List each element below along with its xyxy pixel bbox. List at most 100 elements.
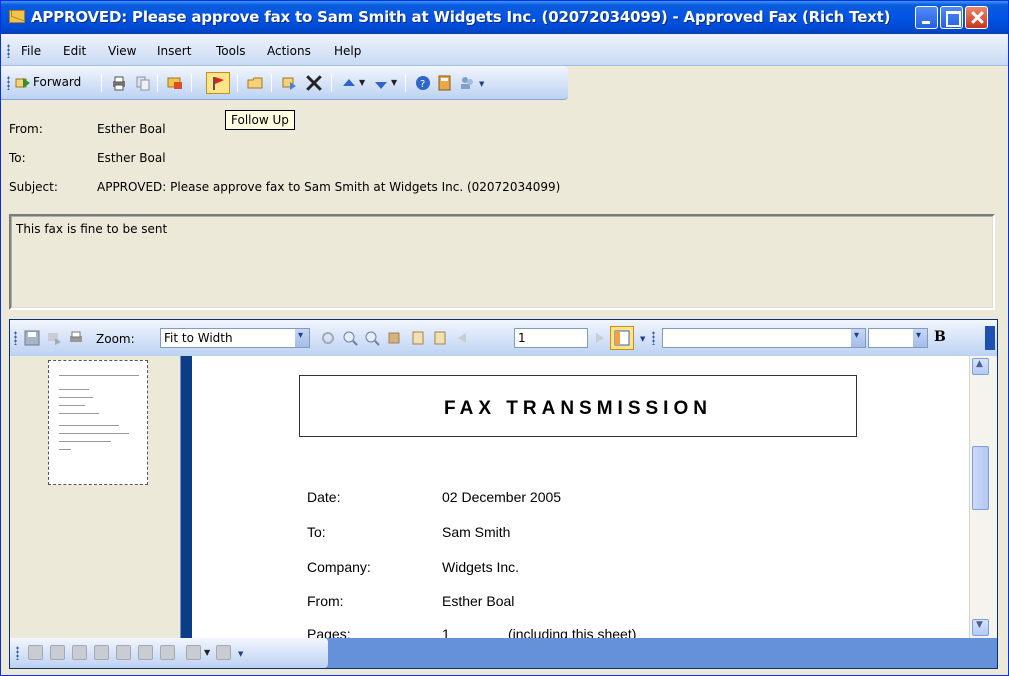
close-button[interactable] xyxy=(965,6,988,29)
previous-item-icon[interactable] xyxy=(341,76,357,92)
minimize-button[interactable] xyxy=(915,6,938,29)
help-icon[interactable]: ? xyxy=(415,75,431,91)
font-name-select[interactable] xyxy=(662,328,866,348)
to-label: To: xyxy=(9,151,26,165)
thumbnail-line xyxy=(59,405,85,406)
menu-tools[interactable]: Tools xyxy=(216,44,246,58)
chevron-down-icon: ▼ xyxy=(976,620,983,630)
toolbar-separator xyxy=(237,74,238,92)
send-icon[interactable] xyxy=(46,330,62,346)
subject-label: Subject: xyxy=(9,180,58,194)
stamp-tool-icon[interactable] xyxy=(50,645,65,660)
message-body[interactable]: This fax is fine to be sent xyxy=(9,214,995,310)
select-tool-icon[interactable] xyxy=(28,645,43,660)
back-arrow-icon[interactable] xyxy=(454,330,470,346)
thumbnail-pane xyxy=(10,356,180,638)
envelope-icon xyxy=(9,10,25,23)
move-to-folder-icon[interactable] xyxy=(247,75,263,91)
toolbar-overflow-icon[interactable] xyxy=(985,326,995,350)
zoom-label: Zoom: xyxy=(96,332,135,346)
print-page-icon[interactable] xyxy=(68,330,84,346)
organize-icon[interactable] xyxy=(281,75,297,91)
chevron-down-icon[interactable] xyxy=(851,329,865,347)
text-tool-icon[interactable] xyxy=(160,645,175,660)
pen-tool-icon[interactable] xyxy=(72,645,87,660)
forward-button[interactable]: Forward xyxy=(13,73,97,93)
menu-actions[interactable]: Actions xyxy=(267,44,311,58)
viewer-grip-icon[interactable] xyxy=(14,331,17,345)
highlighter-tool-icon[interactable] xyxy=(94,645,109,660)
chevron-down-icon[interactable] xyxy=(913,329,927,347)
menu-insert[interactable]: Insert xyxy=(157,44,191,58)
scroll-thumb[interactable] xyxy=(972,446,989,510)
menu-view[interactable]: View xyxy=(108,44,136,58)
scroll-up-button[interactable]: ▲ xyxy=(972,358,989,375)
annotation-options-icon[interactable]: ▼ xyxy=(238,646,245,660)
save-icon[interactable] xyxy=(24,330,40,346)
viewer-toolbar: Zoom: Fit to Width ▾ 1 ▼ ▾ ▾ B xyxy=(10,320,997,356)
subject-value: APPROVED: Please approve fax to Sam Smit… xyxy=(97,180,561,194)
format-grip-icon[interactable] xyxy=(652,331,655,345)
menu-edit[interactable]: Edit xyxy=(63,44,86,58)
page-thumbnail[interactable] xyxy=(48,360,148,485)
scroll-down-button[interactable]: ▼ xyxy=(972,619,989,636)
menu-file[interactable]: File xyxy=(21,44,41,58)
pane-splitter[interactable] xyxy=(180,356,192,638)
thumbnail-line xyxy=(59,389,89,390)
vertical-scrollbar[interactable]: ▲ ▼ xyxy=(969,356,997,638)
previous-dropdown-icon[interactable]: ▼ xyxy=(359,78,365,87)
font-size-select[interactable] xyxy=(868,328,928,348)
toolbar-separator xyxy=(101,74,102,92)
rectangle-tool-icon[interactable] xyxy=(138,645,153,660)
thumbnail-toggle-button[interactable] xyxy=(610,326,634,350)
zoom-in-icon[interactable] xyxy=(342,330,358,346)
to-value[interactable]: Esther Boal xyxy=(97,151,166,165)
forward-label: Forward xyxy=(33,75,82,89)
pan-icon[interactable] xyxy=(386,330,402,346)
toolbar-options-icon[interactable]: ▼ xyxy=(479,76,486,90)
toolbar-separator xyxy=(405,74,406,92)
color-tool-icon[interactable] xyxy=(186,645,201,660)
forward-arrow-icon[interactable] xyxy=(592,330,608,346)
copy-icon[interactable] xyxy=(135,75,151,91)
follow-up-button[interactable] xyxy=(206,72,230,94)
annotation-grip-icon[interactable] xyxy=(16,646,19,660)
flag-message-icon[interactable] xyxy=(167,75,183,91)
viewer-options-icon[interactable]: ▼ xyxy=(640,331,647,345)
first-page-icon[interactable] xyxy=(410,330,426,346)
fax-viewer: Zoom: Fit to Width ▾ 1 ▼ ▾ ▾ B FAX TRANS… xyxy=(9,319,998,669)
menu-grip-icon[interactable] xyxy=(7,44,10,58)
title-bar[interactable]: APPROVED: Please approve fax to Sam Smit… xyxy=(1,1,1008,34)
fax-pages-value: 1 xyxy=(442,626,450,638)
message-body-text: This fax is fine to be sent xyxy=(16,222,168,236)
menu-help[interactable]: Help xyxy=(334,44,361,58)
next-item-icon[interactable] xyxy=(373,76,389,92)
bold-button[interactable]: B xyxy=(934,329,946,345)
delete-icon[interactable] xyxy=(305,74,323,92)
rotate-icon[interactable] xyxy=(320,330,336,346)
line-tool-icon[interactable] xyxy=(116,645,131,660)
zoom-select[interactable]: Fit to Width xyxy=(160,328,310,348)
fax-company-value: Widgets Inc. xyxy=(442,559,520,575)
fax-from-value: Esther Boal xyxy=(442,593,515,609)
follow-up-tooltip: Follow Up xyxy=(225,110,295,130)
maximize-button[interactable] xyxy=(940,6,963,29)
color-dropdown-icon[interactable]: ▼ xyxy=(204,648,210,657)
chevron-down-icon[interactable] xyxy=(295,329,309,347)
viewer-body: FAX TRANSMISSION Date: 02 December 2005 … xyxy=(10,356,997,638)
contacts-icon[interactable] xyxy=(459,75,475,91)
next-dropdown-icon[interactable]: ▼ xyxy=(391,78,397,87)
from-label: From: xyxy=(9,122,43,136)
print-icon[interactable] xyxy=(111,75,127,91)
fax-to-label: To: xyxy=(307,524,326,540)
address-book-icon[interactable] xyxy=(437,75,453,91)
page-number-input[interactable]: 1 xyxy=(514,328,588,348)
fax-pages-label: Pages: xyxy=(307,626,351,638)
toolbar-grip-icon[interactable] xyxy=(7,76,10,90)
standard-toolbar: Forward ▼ ▼ ? ▼ xyxy=(1,66,568,100)
eraser-tool-icon[interactable] xyxy=(216,645,231,660)
previous-page-icon[interactable] xyxy=(432,330,448,346)
zoom-out-icon[interactable] xyxy=(364,330,380,346)
from-value[interactable]: Esther Boal xyxy=(97,122,166,136)
follow-up-flag-icon xyxy=(213,77,224,90)
